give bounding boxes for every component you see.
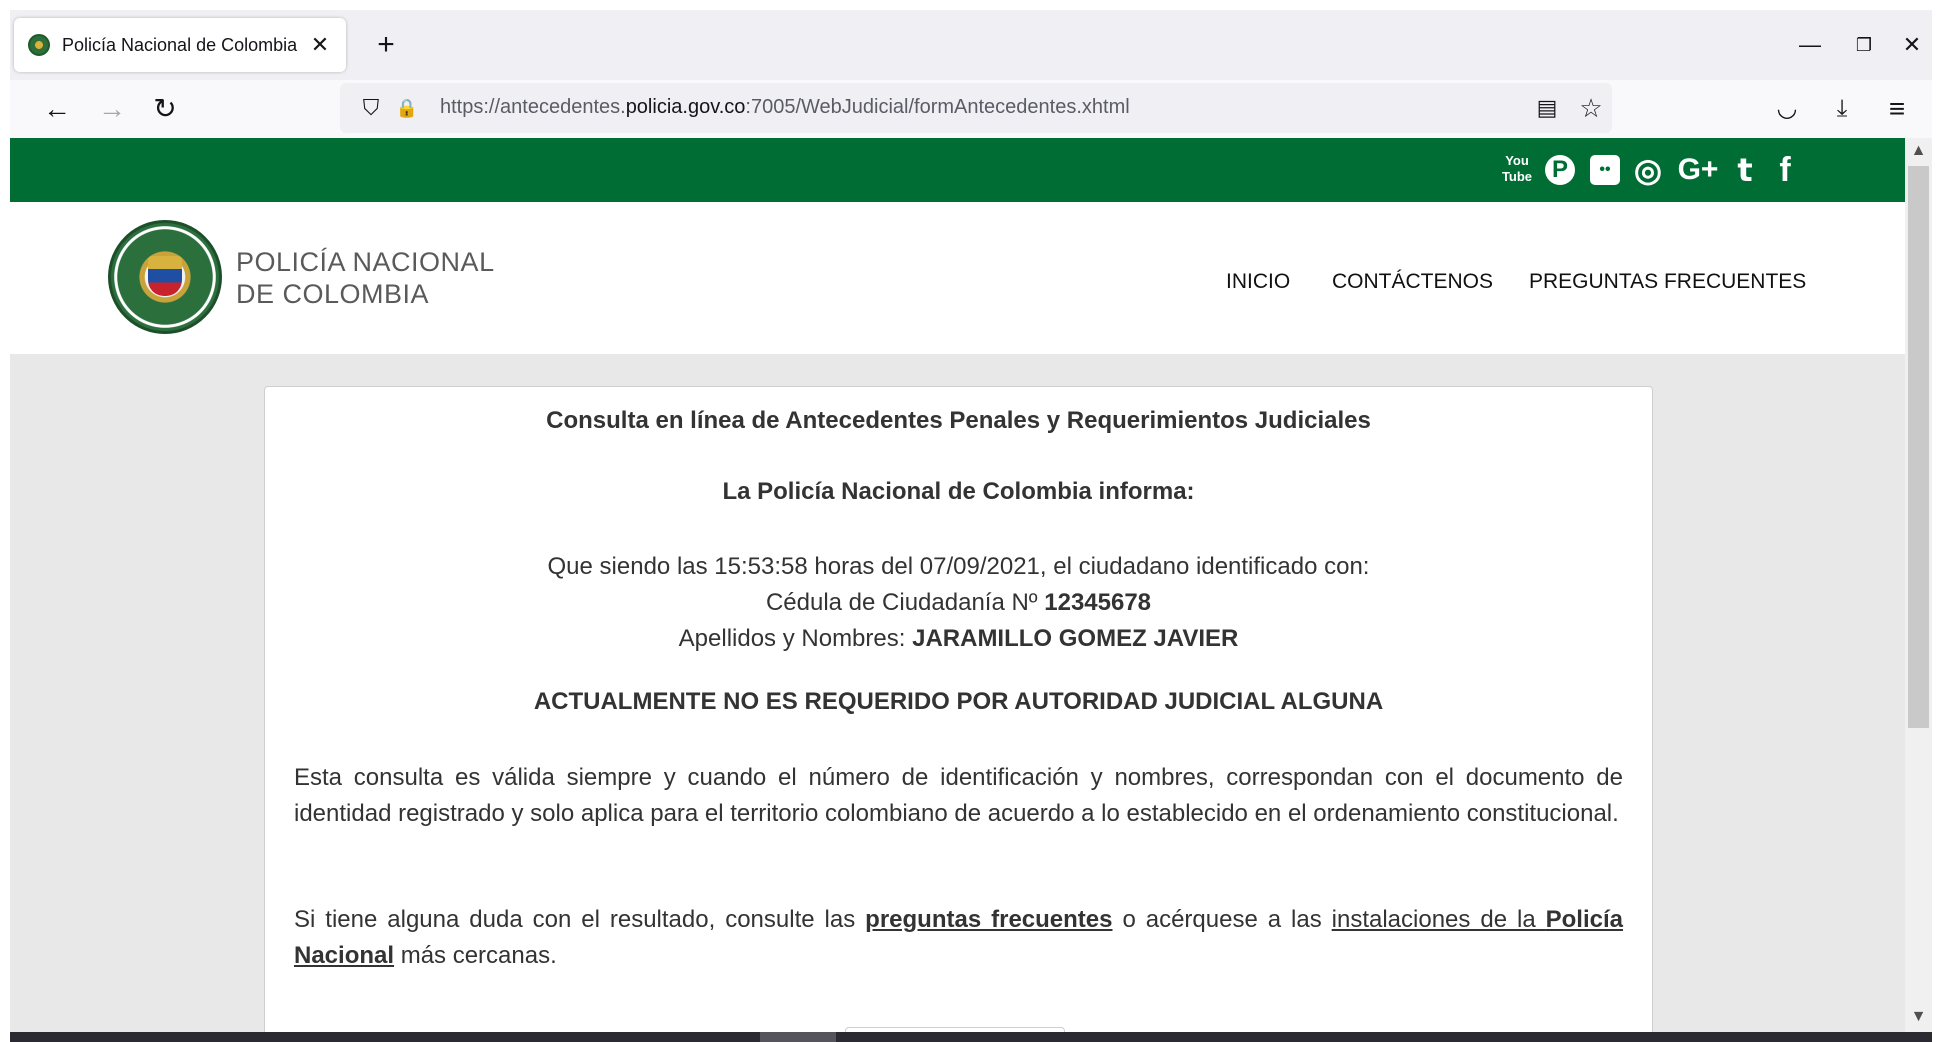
reload-button[interactable]: ↻ xyxy=(144,88,186,130)
logo-line-2: DE COLOMBIA xyxy=(236,279,430,309)
pinterest-icon[interactable]: P xyxy=(1545,155,1575,185)
close-tab-icon[interactable]: ✕ xyxy=(308,32,332,58)
id-line: Cédula de Ciudadanía Nº 12345678 xyxy=(265,585,1652,621)
download-icon[interactable]: ⤓ xyxy=(1821,88,1863,130)
browser-tab[interactable]: Policía Nacional de Colombia ✕ xyxy=(14,18,346,72)
page-scrollbar[interactable]: ▲ ▼ xyxy=(1905,138,1932,1032)
police-seal-logo[interactable] xyxy=(108,220,222,334)
tab-title: Policía Nacional de Colombia xyxy=(62,34,298,55)
id-label: Cédula de Ciudadanía Nº xyxy=(765,589,1045,616)
facilities-link-text: instalaciones de la xyxy=(1331,906,1546,933)
help-paragraph: Si tiene alguna duda con el resultado, c… xyxy=(294,902,1623,974)
social-bar: You Tube P •• ◎ G+ t f xyxy=(10,138,1905,202)
scroll-thumb[interactable] xyxy=(1908,166,1929,728)
scroll-down-icon[interactable]: ▼ xyxy=(1905,1004,1932,1030)
scroll-up-icon[interactable]: ▲ xyxy=(1905,138,1932,164)
youtube-icon[interactable]: You Tube xyxy=(1500,153,1534,191)
taskbar-segment xyxy=(760,1032,836,1042)
name-label: Apellidos y Nombres: xyxy=(678,625,913,652)
name-line: Apellidos y Nombres: JARAMILLO GOMEZ JAV… xyxy=(265,621,1652,657)
result-card: Consulta en línea de Antecedentes Penale… xyxy=(264,386,1653,1032)
nav-contactenos[interactable]: CONTÁCTENOS xyxy=(1332,270,1493,294)
browser-tab-bar: Policía Nacional de Colombia ✕ + — ❐ ✕ xyxy=(10,10,1932,80)
facebook-icon[interactable]: f xyxy=(1772,151,1798,189)
url-path: :7005/WebJudicial/formAntecedentes.xhtml xyxy=(745,96,1130,118)
help-text-2: o acérquese a las xyxy=(1112,906,1332,933)
nav-preguntas-frecuentes[interactable]: PREGUNTAS FRECUENTES xyxy=(1529,270,1806,294)
twitter-icon[interactable]: t xyxy=(1728,151,1762,189)
new-tab-button[interactable]: + xyxy=(365,24,407,66)
reader-view-icon[interactable]: ▤ xyxy=(1530,91,1564,125)
name-value: JARAMILLO GOMEZ JAVIER xyxy=(912,625,1239,652)
citizen-info: Que siendo las 15:53:58 horas del 07/09/… xyxy=(265,549,1652,657)
logo-line-1: POLICÍA NACIONAL xyxy=(236,247,495,277)
faq-link[interactable]: preguntas frecuentes xyxy=(865,906,1112,933)
url-text[interactable]: https://antecedentes.policia.gov.co:7005… xyxy=(440,96,1130,119)
help-text-1: Si tiene alguna duda con el resultado, c… xyxy=(294,906,866,933)
address-bar[interactable]: ⛉ 🔒 https://antecedentes.policia.gov.co:… xyxy=(340,83,1612,133)
id-number: 12345678 xyxy=(1044,589,1152,616)
validity-paragraph: Esta consulta es válida siempre y cuando… xyxy=(294,764,1623,827)
flickr-icon[interactable]: •• xyxy=(1590,155,1620,185)
page-viewport: You Tube P •• ◎ G+ t f POLICÍA NACIONAL … xyxy=(10,138,1905,1032)
instagram-icon[interactable]: ◎ xyxy=(1630,151,1666,189)
judicial-status: ACTUALMENTE NO ES REQUERIDO POR AUTORIDA… xyxy=(533,688,1384,715)
app-menu-icon[interactable]: ≡ xyxy=(1876,88,1918,130)
browser-navigation-bar: ← → ↻ ⛉ 🔒 https://antecedentes.policia.g… xyxy=(10,80,1932,138)
back-button[interactable]: ← xyxy=(36,88,78,130)
coat-of-arms-icon xyxy=(148,256,182,296)
restore-window-button[interactable]: ❐ xyxy=(1844,30,1884,60)
site-header: POLICÍA NACIONAL DE COLOMBIA INICIO CONT… xyxy=(10,202,1905,354)
police-favicon-icon xyxy=(28,34,50,56)
url-prefix: https://antecedentes. xyxy=(440,96,626,118)
tracking-shield-icon[interactable]: ⛉ xyxy=(354,91,388,125)
result-title: Consulta en línea de Antecedentes Penale… xyxy=(546,407,1371,434)
lock-icon[interactable]: 🔒 xyxy=(390,91,424,125)
taskbar-strip xyxy=(10,1032,1932,1042)
site-logo-text[interactable]: POLICÍA NACIONAL DE COLOMBIA xyxy=(236,246,495,310)
google-plus-icon[interactable]: G+ xyxy=(1674,151,1722,189)
inform-heading: La Policía Nacional de Colombia informa: xyxy=(722,478,1195,505)
bookmark-star-icon[interactable]: ☆ xyxy=(1574,91,1608,125)
query-time-line: Que siendo las 15:53:58 horas del 07/09/… xyxy=(547,553,1370,580)
pocket-icon[interactable]: ◡ xyxy=(1766,88,1808,130)
url-domain: policia.gov.co xyxy=(625,96,746,118)
help-text-3: más cercanas. xyxy=(394,942,557,969)
forward-button[interactable]: → xyxy=(91,88,133,130)
nav-inicio[interactable]: INICIO xyxy=(1226,270,1290,294)
close-window-button[interactable]: ✕ xyxy=(1892,30,1932,60)
minimize-window-button[interactable]: — xyxy=(1790,30,1830,60)
